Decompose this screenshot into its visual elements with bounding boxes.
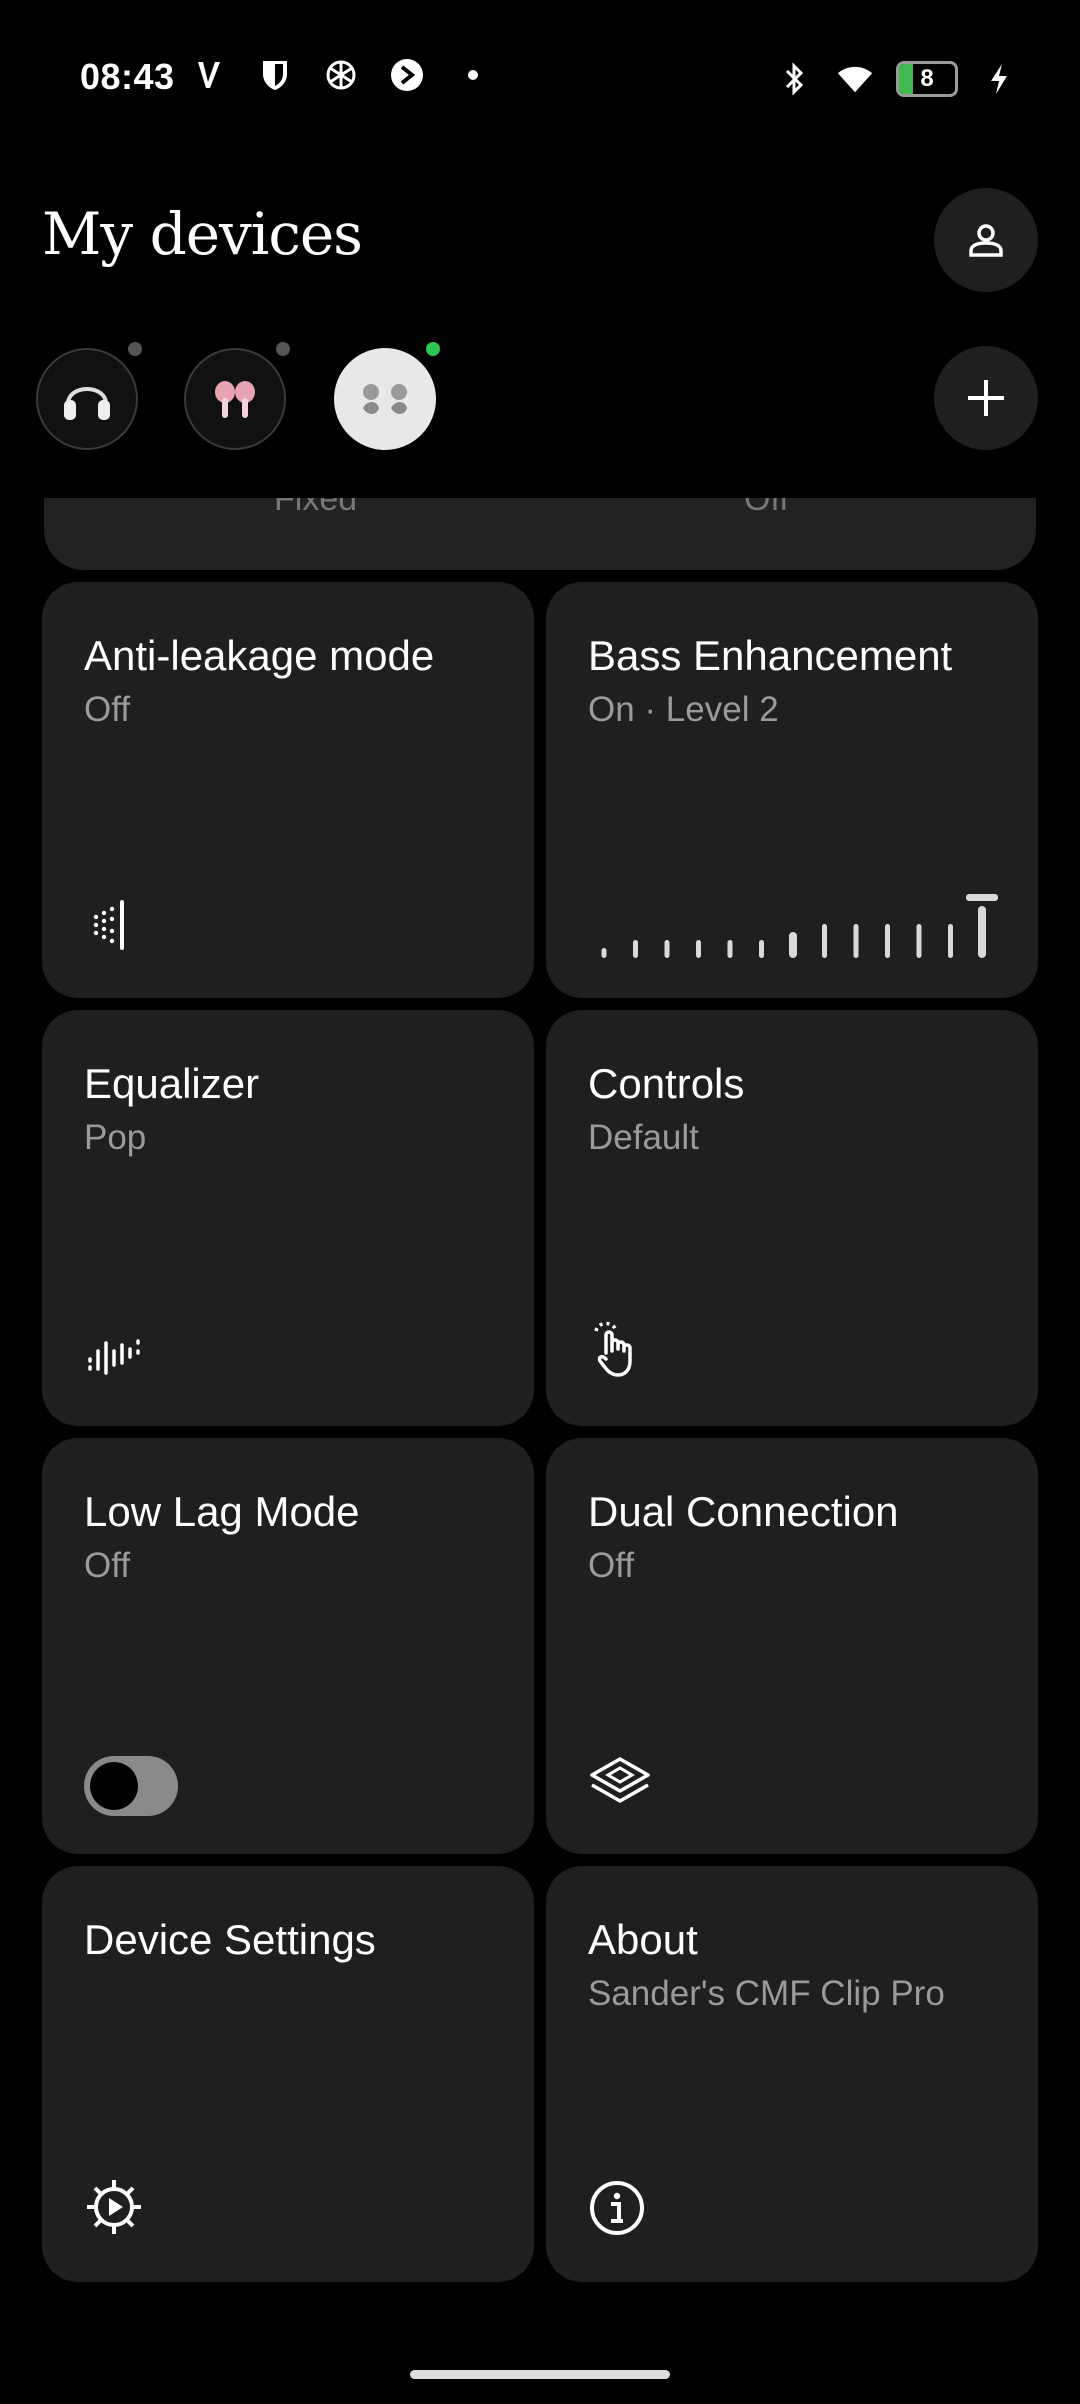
about-card[interactable]: About Sander's CMF Clip Pro bbox=[546, 1866, 1038, 2282]
bass-level-tick bbox=[978, 906, 986, 958]
pink-earbuds-icon bbox=[215, 381, 255, 418]
bass-level-tick bbox=[948, 924, 953, 958]
charging-bolt-icon bbox=[980, 60, 1018, 98]
card-title: Dual Connection bbox=[588, 1488, 899, 1535]
low-lag-toggle[interactable] bbox=[84, 1756, 178, 1816]
equalizer-icon bbox=[84, 1331, 146, 1386]
card-title: Controls bbox=[588, 1060, 745, 1107]
card-value: Off bbox=[84, 1546, 131, 1585]
dual-connection-card[interactable]: Dual Connection Off bbox=[546, 1438, 1038, 1854]
app-circle-icon bbox=[388, 56, 426, 94]
device-status-dot bbox=[276, 342, 290, 356]
partial-card[interactable]: Fixed Off bbox=[44, 498, 1036, 570]
card-title: About bbox=[588, 1916, 698, 1963]
sound-wave-icon bbox=[84, 897, 140, 958]
bluetooth-icon bbox=[776, 60, 814, 98]
add-device-button[interactable] bbox=[934, 346, 1038, 450]
bass-level-tick bbox=[759, 940, 764, 958]
partial-card-left-label: Fixed bbox=[274, 498, 358, 518]
device-avatar-headphones[interactable] bbox=[36, 348, 138, 450]
toggle-knob bbox=[90, 1762, 138, 1810]
layers-icon bbox=[588, 1753, 652, 1814]
bass-level-tick bbox=[885, 924, 890, 958]
card-value: Off bbox=[588, 1546, 635, 1585]
card-value: Sander's CMF Clip Pro bbox=[588, 1974, 945, 2013]
gear-icon bbox=[84, 2177, 144, 2242]
bass-level-tick bbox=[916, 924, 922, 958]
card-title: Low Lag Mode bbox=[84, 1488, 360, 1535]
device-status-dot bbox=[128, 342, 142, 356]
card-value: Pop bbox=[84, 1118, 147, 1157]
equalizer-card[interactable]: Equalizer Pop bbox=[42, 1010, 534, 1426]
card-title: Bass Enhancement bbox=[588, 632, 953, 679]
anti-leakage-card[interactable]: Anti-leakage mode Off bbox=[42, 582, 534, 998]
bass-max-cap bbox=[966, 894, 998, 901]
bass-level-tick bbox=[601, 948, 607, 958]
clip-earbuds-icon bbox=[363, 384, 407, 414]
profile-button[interactable] bbox=[934, 188, 1038, 292]
vivaldi-icon bbox=[190, 56, 228, 94]
device-settings-card[interactable]: Device Settings bbox=[42, 1866, 534, 2282]
home-indicator[interactable] bbox=[410, 2370, 670, 2379]
person-icon bbox=[969, 224, 1003, 257]
bass-level-tick bbox=[664, 940, 670, 958]
card-title: Anti-leakage mode bbox=[84, 632, 435, 679]
more-notifications-dot-icon bbox=[454, 56, 492, 94]
bass-level-tick bbox=[727, 940, 733, 958]
wifi-icon bbox=[836, 60, 874, 98]
shield-icon bbox=[256, 56, 294, 94]
touch-gesture-icon bbox=[588, 1317, 652, 1386]
card-value: On · Level 2 bbox=[588, 690, 779, 729]
bass-level-tick bbox=[696, 940, 701, 958]
bass-level-tick bbox=[633, 940, 638, 958]
battery-percentage: 8 bbox=[920, 65, 934, 92]
system-icons: 8 bbox=[776, 60, 1018, 98]
device-avatar-clip-selected[interactable] bbox=[334, 348, 436, 450]
status-bar: 08:43 8 bbox=[0, 0, 1080, 160]
device-avatar-earbuds[interactable] bbox=[184, 348, 286, 450]
battery-indicator: 8 bbox=[896, 61, 958, 97]
card-title: Equalizer bbox=[84, 1060, 260, 1107]
openai-icon bbox=[322, 56, 360, 94]
plus-icon bbox=[968, 380, 1004, 416]
card-title: Device Settings bbox=[84, 1916, 376, 1963]
page-title: My devices bbox=[42, 200, 363, 268]
bass-level-tick bbox=[822, 924, 827, 958]
bass-level-tick bbox=[853, 924, 859, 958]
info-icon bbox=[588, 2179, 646, 2242]
low-lag-mode-card[interactable]: Low Lag Mode Off bbox=[42, 1438, 534, 1854]
bass-level-tick bbox=[789, 932, 797, 958]
controls-card[interactable]: Controls Default bbox=[546, 1010, 1038, 1426]
partial-card-right-label: Off bbox=[744, 498, 789, 518]
bass-enhancement-card[interactable]: Bass Enhancement On · Level 2 bbox=[546, 582, 1038, 998]
device-connected-dot bbox=[426, 342, 440, 356]
notification-icons bbox=[190, 56, 492, 94]
over-ear-headphones-icon bbox=[64, 387, 110, 420]
status-time: 08:43 bbox=[80, 56, 175, 97]
card-value: Off bbox=[84, 690, 131, 729]
card-value: Default bbox=[588, 1118, 699, 1157]
bass-level-indicator bbox=[601, 894, 998, 958]
